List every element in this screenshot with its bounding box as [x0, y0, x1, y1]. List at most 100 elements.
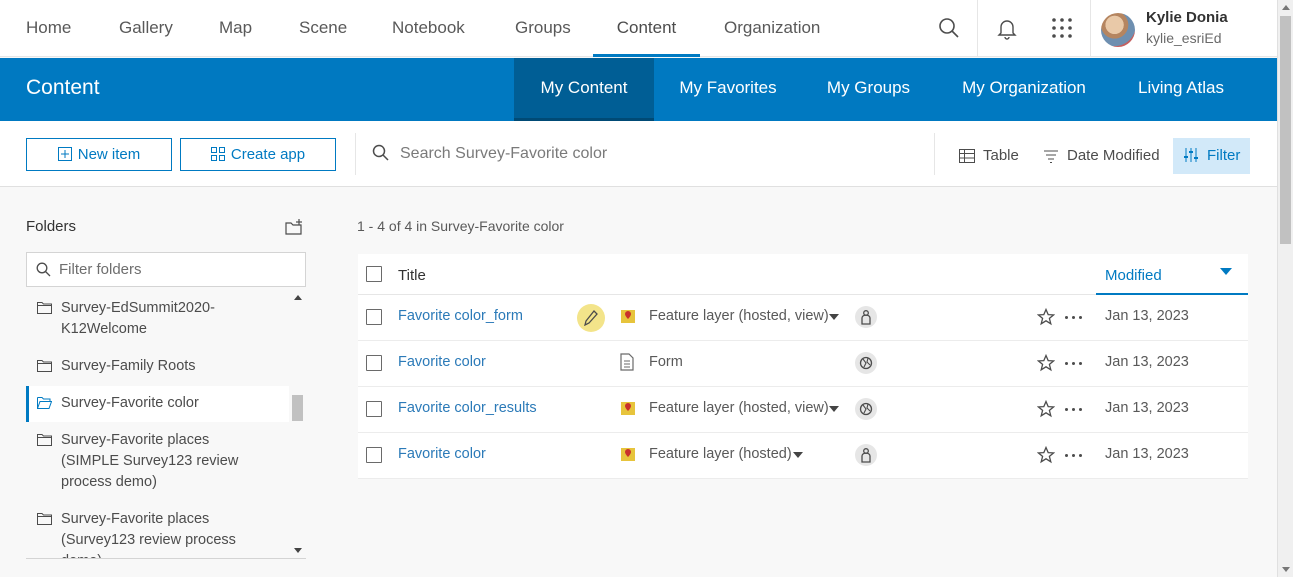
item-title-link[interactable]: Favorite color_results	[398, 400, 537, 416]
public-globe-icon	[855, 352, 877, 374]
filter-button[interactable]: Filter	[1173, 138, 1251, 174]
favorite-star-icon[interactable]	[1037, 400, 1055, 418]
type-dropdown-caret-icon[interactable]	[829, 406, 839, 412]
row-checkbox[interactable]	[366, 309, 382, 325]
nav-notebook[interactable]: Notebook	[392, 0, 465, 57]
filter-folders-field[interactable]	[26, 252, 306, 287]
search-icon	[36, 262, 51, 277]
edit-pencil-icon[interactable]	[577, 304, 605, 332]
modified-date: Jan 13, 2023	[1105, 354, 1189, 370]
folder-list-scrollbar[interactable]	[290, 292, 306, 558]
scroll-down-arrow-icon[interactable]	[1282, 567, 1290, 572]
tab-living-atlas[interactable]: Living Atlas	[1124, 58, 1238, 121]
tab-my-content[interactable]: My Content	[514, 58, 654, 121]
page-scrollbar[interactable]	[1277, 0, 1293, 577]
folder-item[interactable]: Survey-EdSummit2020-K12Welcome	[26, 298, 289, 340]
new-item-label: New item	[77, 146, 141, 163]
item-type-label: Feature layer (hosted)	[649, 446, 792, 462]
nav-map[interactable]: Map	[219, 0, 252, 57]
table-icon	[959, 149, 975, 163]
form-icon	[620, 353, 634, 371]
search-input[interactable]	[400, 137, 900, 171]
favorite-star-icon[interactable]	[1037, 308, 1055, 326]
folder-icon	[37, 434, 52, 446]
folder-icon	[37, 302, 52, 314]
item-title-link[interactable]: Favorite color_form	[398, 308, 523, 324]
folder-item[interactable]: Survey-Favorite places (Survey123 review…	[26, 509, 289, 558]
notifications-bell-icon[interactable]	[995, 16, 1019, 40]
row-checkbox[interactable]	[366, 401, 382, 417]
scroll-down-arrow-icon[interactable]	[294, 548, 302, 553]
user-avatar[interactable]	[1101, 13, 1135, 47]
folder-icon	[37, 513, 52, 525]
folder-label: Survey-Favorite color	[61, 395, 199, 411]
tab-my-groups[interactable]: My Groups	[813, 58, 924, 121]
table-header: Title Modified	[358, 254, 1248, 295]
view-table-button[interactable]: Table	[959, 138, 1019, 174]
sort-button[interactable]: Date Modified	[1043, 138, 1160, 174]
nav-home[interactable]: Home	[26, 0, 71, 57]
folder-item[interactable]: Survey-Family Roots	[26, 356, 289, 377]
modified-column-label: Modified	[1105, 267, 1162, 284]
scroll-up-arrow-icon[interactable]	[1282, 5, 1290, 10]
folder-label: Survey-Favorite places (Survey123 review…	[61, 511, 236, 558]
folder-list: Survey-EdSummit2020-K12Welcome Survey-Fa…	[26, 292, 306, 559]
scrollbar-thumb[interactable]	[292, 395, 303, 421]
more-options-icon[interactable]	[1065, 454, 1083, 458]
more-options-icon[interactable]	[1065, 316, 1083, 320]
nav-organization[interactable]: Organization	[724, 0, 820, 57]
more-options-icon[interactable]	[1065, 408, 1083, 412]
new-item-button[interactable]: New item	[26, 138, 172, 171]
tab-my-organization[interactable]: My Organization	[944, 58, 1104, 121]
create-app-button[interactable]: Create app	[180, 138, 336, 171]
filter-folders-input[interactable]	[59, 255, 299, 284]
sort-label: Date Modified	[1067, 147, 1160, 164]
search-icon[interactable]	[937, 16, 961, 40]
scrollbar-thumb[interactable]	[1280, 16, 1291, 244]
folder-item-selected[interactable]: Survey-Favorite color	[26, 386, 289, 422]
create-app-label: Create app	[230, 146, 306, 163]
item-type-label: Form	[649, 354, 683, 370]
content-header-banner: Content My Content My Favorites My Group…	[0, 58, 1277, 121]
results-count: 1 - 4 of 4 in Survey-Favorite color	[357, 218, 564, 234]
modified-date: Jan 13, 2023	[1105, 400, 1189, 416]
row-checkbox[interactable]	[366, 355, 382, 371]
folders-heading: Folders	[26, 218, 77, 235]
sort-descending-icon	[1220, 268, 1232, 275]
scroll-up-arrow-icon[interactable]	[294, 295, 302, 300]
favorite-star-icon[interactable]	[1037, 446, 1055, 464]
item-title-link[interactable]: Favorite color	[398, 446, 486, 462]
feature-layer-icon	[621, 310, 635, 323]
sort-lines-icon	[1044, 150, 1058, 163]
table-row: Favorite color Form Jan 13, 2023	[358, 341, 1248, 387]
title-column-header[interactable]: Title	[398, 267, 426, 284]
open-folder-icon	[37, 397, 52, 409]
tab-my-favorites[interactable]: My Favorites	[664, 58, 792, 121]
nav-gallery[interactable]: Gallery	[119, 0, 173, 57]
type-dropdown-caret-icon[interactable]	[793, 452, 803, 458]
modified-date: Jan 13, 2023	[1105, 446, 1189, 462]
user-full-name[interactable]: Kylie Donia	[1146, 9, 1228, 26]
feature-layer-icon	[621, 448, 635, 461]
more-options-icon[interactable]	[1065, 362, 1083, 366]
folder-label: Survey-EdSummit2020-K12Welcome	[61, 300, 215, 337]
folder-item[interactable]: Survey-Favorite places (SIMPLE Survey123…	[26, 430, 289, 493]
select-all-checkbox[interactable]	[366, 266, 382, 282]
top-navigation: Home Gallery Map Scene Notebook Groups C…	[0, 0, 1277, 57]
modified-date: Jan 13, 2023	[1105, 308, 1189, 324]
item-title-link[interactable]: Favorite color	[398, 354, 486, 370]
nav-groups[interactable]: Groups	[515, 0, 571, 57]
row-checkbox[interactable]	[366, 447, 382, 463]
nav-scene[interactable]: Scene	[299, 0, 347, 57]
view-label: Table	[983, 147, 1019, 164]
user-username[interactable]: kylie_esriEd	[1146, 30, 1221, 46]
modified-column-header[interactable]: Modified	[1096, 254, 1248, 295]
new-folder-icon[interactable]	[285, 219, 303, 235]
app-launcher-grid-icon[interactable]	[1050, 16, 1074, 40]
nav-content[interactable]: Content	[593, 0, 700, 57]
folder-label: Survey-Favorite places (SIMPLE Survey123…	[61, 432, 239, 490]
item-type-label: Feature layer (hosted, view)	[649, 400, 829, 416]
type-dropdown-caret-icon[interactable]	[829, 314, 839, 320]
favorite-star-icon[interactable]	[1037, 354, 1055, 372]
page-title: Content	[26, 76, 100, 99]
